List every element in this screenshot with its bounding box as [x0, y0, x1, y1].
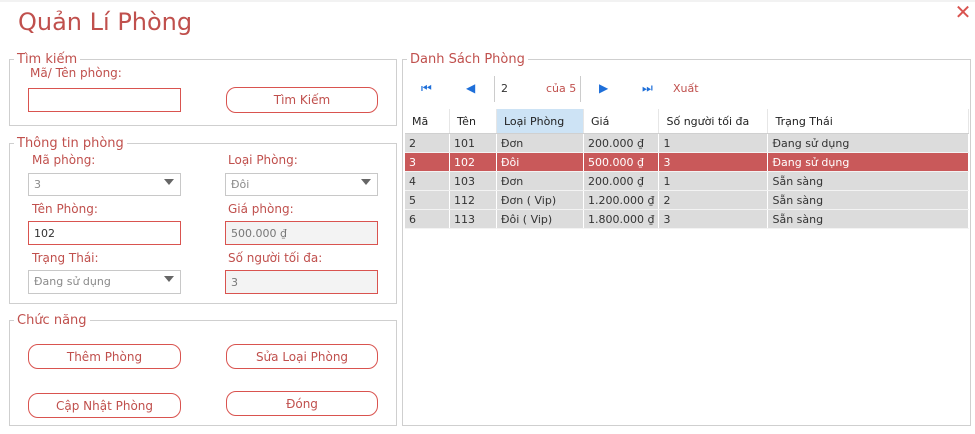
- cell-id: 6: [405, 209, 450, 229]
- table-row[interactable]: 4 103 Đơn 200.000 ₫ 1 Sẵn sàng: [405, 171, 969, 191]
- chevron-down-icon: [164, 276, 174, 282]
- room-id-label: Mã phòng:: [32, 153, 96, 167]
- cell-price: 1.800.000 ₫: [583, 209, 660, 229]
- table-header-row: Mã Tên Loại Phòng Giá Số người tối đa Tr…: [405, 109, 969, 134]
- search-legend: Tìm kiếm: [17, 52, 78, 67]
- export-button[interactable]: Xuất: [673, 82, 699, 95]
- room-id-value: 3: [34, 178, 41, 191]
- pager-separator: [494, 76, 495, 102]
- column-header-status[interactable]: Trạng Thái: [767, 109, 969, 134]
- close-icon[interactable]: ✕: [953, 2, 973, 22]
- cell-room-type: Đơn: [496, 133, 584, 153]
- search-label: Mã/ Tên phòng:: [30, 66, 122, 80]
- status-value: Đang sử dụng: [34, 275, 111, 288]
- search-button[interactable]: Tìm Kiếm: [226, 87, 378, 113]
- cell-room-type: Đơn: [496, 171, 584, 191]
- room-info-legend: Thông tin phòng: [17, 136, 124, 151]
- cell-id: 4: [405, 171, 450, 191]
- title-bar-strip: [0, 0, 975, 2]
- cell-room-type: Đôi ( Vip): [496, 209, 584, 229]
- column-header-id[interactable]: Mã: [405, 109, 450, 134]
- status-label: Trạng Thái:: [32, 251, 99, 265]
- close-button[interactable]: Đóng: [226, 391, 378, 416]
- cell-id: 5: [405, 190, 450, 210]
- cell-id: 2: [405, 133, 450, 153]
- room-name-input[interactable]: [28, 221, 181, 245]
- cell-price: 200.000 ₫: [583, 133, 660, 153]
- cell-name: 103: [449, 171, 497, 191]
- next-page-icon[interactable]: ▶: [599, 81, 608, 95]
- cell-price: 1.200.000 ₫: [583, 190, 660, 210]
- max-people-input[interactable]: [225, 270, 378, 294]
- cell-id: 3: [405, 152, 450, 172]
- cell-status: Đang sử dụng: [767, 152, 969, 172]
- room-name-label: Tên Phòng:: [32, 202, 98, 216]
- chevron-down-icon: [164, 179, 174, 185]
- cell-status: Sẵn sàng: [767, 209, 969, 229]
- table-row[interactable]: 6 113 Đôi ( Vip) 1.800.000 ₫ 3 Sẵn sàng: [405, 209, 969, 229]
- cell-max-people: 1: [658, 171, 769, 191]
- cell-name: 113: [449, 209, 497, 229]
- room-type-label: Loại Phòng:: [228, 153, 298, 167]
- column-header-price[interactable]: Giá: [583, 109, 660, 134]
- cell-price: 200.000 ₫: [583, 171, 660, 191]
- cell-name: 102: [449, 152, 497, 172]
- chevron-down-icon: [361, 179, 371, 185]
- first-page-icon[interactable]: ⏮: [421, 81, 432, 96]
- update-room-button[interactable]: Cập Nhật Phòng: [28, 393, 181, 418]
- max-people-label: Số người tối đa:: [228, 251, 323, 265]
- column-header-name[interactable]: Tên: [449, 109, 497, 134]
- status-select[interactable]: Đang sử dụng: [28, 270, 181, 294]
- room-type-select[interactable]: Đôi: [225, 173, 378, 196]
- room-list-legend: Danh Sách Phòng: [410, 52, 525, 67]
- cell-name: 101: [449, 133, 497, 153]
- functions-legend: Chức năng: [17, 313, 87, 328]
- cell-status: Đang sử dụng: [767, 133, 969, 153]
- cell-max-people: 3: [658, 209, 769, 229]
- cell-status: Sẵn sàng: [767, 190, 969, 210]
- window-title: Quản Lí Phòng: [18, 8, 193, 36]
- rooms-table: Mã Tên Loại Phòng Giá Số người tối đa Tr…: [405, 109, 969, 229]
- room-id-select[interactable]: 3: [28, 173, 181, 196]
- cell-name: 112: [449, 190, 497, 210]
- table-row-selected[interactable]: 3 102 Đôi 500.000 ₫ 3 Đang sử dụng: [405, 152, 969, 172]
- page-count-label: của 5: [546, 82, 577, 95]
- room-price-input[interactable]: [225, 221, 378, 245]
- cell-max-people: 1: [658, 133, 769, 153]
- add-room-button[interactable]: Thêm Phòng: [28, 344, 181, 369]
- cell-room-type: Đơn ( Vip): [496, 190, 584, 210]
- cell-max-people: 2: [658, 190, 769, 210]
- column-header-room-type[interactable]: Loại Phòng: [496, 109, 584, 134]
- table-row[interactable]: 5 112 Đơn ( Vip) 1.200.000 ₫ 2 Sẵn sàng: [405, 190, 969, 210]
- pager-separator: [580, 76, 581, 102]
- column-header-max-people[interactable]: Số người tối đa: [658, 109, 769, 134]
- cell-max-people: 3: [658, 152, 769, 172]
- table-row[interactable]: 2 101 Đơn 200.000 ₫ 1 Đang sử dụng: [405, 133, 969, 153]
- room-price-label: Giá phòng:: [228, 202, 294, 216]
- room-type-value: Đôi: [231, 178, 250, 191]
- cell-price: 500.000 ₫: [583, 152, 660, 172]
- cell-status: Sẵn sàng: [767, 171, 969, 191]
- cell-room-type: Đôi: [496, 152, 584, 172]
- previous-page-icon[interactable]: ◀: [466, 81, 475, 95]
- last-page-icon[interactable]: ⏭: [642, 81, 653, 96]
- page-number-input[interactable]: 2: [501, 82, 508, 95]
- edit-room-type-button[interactable]: Sửa Loại Phòng: [226, 344, 378, 369]
- search-input[interactable]: [28, 88, 181, 112]
